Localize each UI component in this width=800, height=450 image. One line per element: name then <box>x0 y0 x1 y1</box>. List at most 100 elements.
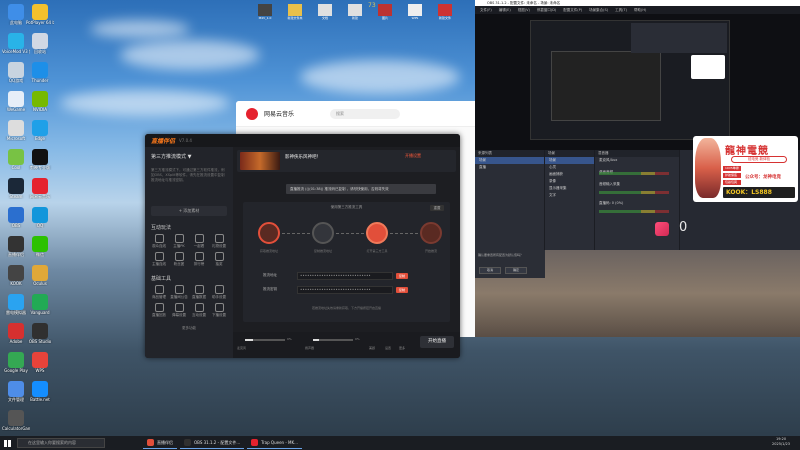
desktop-icon[interactable]: 网易云音乐 <box>26 178 54 199</box>
source-item[interactable]: 显示器采集 <box>545 185 594 192</box>
desktop-icon[interactable]: Battle.net <box>26 381 54 402</box>
desktop-icon[interactable]: WPS <box>26 352 54 373</box>
more-button[interactable]: 更多 <box>399 346 405 350</box>
tool-item[interactable]: 直播间公告 <box>169 285 189 300</box>
desktop-shortcut-icon[interactable] <box>408 4 422 16</box>
desktop-icon[interactable]: Oculus <box>26 265 54 286</box>
tool-item[interactable]: 抽奖 <box>209 252 229 267</box>
obs-preview[interactable] <box>475 14 800 150</box>
copy-key-button[interactable]: 复制 <box>396 287 408 293</box>
tool-item[interactable]: 互动设置 <box>189 303 209 318</box>
app-icon <box>8 381 24 397</box>
ad-brand-name: 龍神電競 <box>725 146 769 157</box>
tool-item[interactable]: 商品管理 <box>149 285 169 300</box>
source-item[interactable]: 场景 <box>545 157 594 164</box>
desktop-icon[interactable]: CalculatorGame <box>2 410 30 431</box>
mode-selector[interactable]: 第三方推流模式 ▼ <box>151 153 233 160</box>
desktop-icon[interactable]: QQ <box>26 207 54 228</box>
desktop-shortcut-label: 文档 <box>321 16 328 20</box>
taskbar-app-button[interactable]: Trap Queen - MK... <box>247 437 302 449</box>
source-item[interactable]: 录像 <box>545 178 594 185</box>
settings-button[interactable]: 设置 <box>385 346 391 350</box>
start-button[interactable] <box>0 436 14 450</box>
obs-titlebar: OBS 31.1.2 - 配置文件: 未命名 - 场景: 未命名 <box>475 0 800 6</box>
desktop-icon[interactable]: PotPlayer 64 bit <box>26 4 54 25</box>
obs-menu-item[interactable]: 视图(V) <box>518 6 530 14</box>
obs-menu-item[interactable]: 场景集合(S) <box>589 6 608 14</box>
taskbar-search-input[interactable]: 在这里输入你要搜索的内容 <box>17 438 105 448</box>
desktop-shortcut-icon[interactable] <box>258 4 272 16</box>
more-tools-link[interactable]: 更多功能 <box>145 326 233 331</box>
obs-menu-item[interactable]: 编辑(E) <box>499 6 511 14</box>
scene-item[interactable]: 直播 <box>475 164 544 171</box>
pulse-app-icon[interactable] <box>655 222 669 236</box>
desktop-shortcut-icon[interactable] <box>318 4 332 16</box>
source-item[interactable]: 心灵 <box>545 164 594 171</box>
dialog-cancel-button[interactable]: 取消 <box>479 267 501 274</box>
tool-item[interactable]: 弹幕设置 <box>169 303 189 318</box>
speaker-slider-fill <box>313 339 319 341</box>
step-label: 复制推流地址 <box>313 249 332 253</box>
tool-item[interactable]: 礼物设置 <box>209 234 229 249</box>
tool-icon <box>174 303 184 312</box>
scene-item[interactable]: 场景 <box>475 157 544 164</box>
desktop-shortcut-icon[interactable] <box>378 4 392 16</box>
system-clock[interactable]: 19:20 2025/1/23 <box>772 437 790 447</box>
desktop-icon[interactable]: 回收站 <box>26 33 54 54</box>
tool-item[interactable]: 主播连线 <box>149 252 169 267</box>
source-item[interactable]: 文字 <box>545 192 594 199</box>
tool-item[interactable]: 直播数据 <box>189 285 209 300</box>
desktop-shortcut-icon[interactable] <box>438 4 452 16</box>
taskbar: 在这里输入你要搜索的内容 直播伴侣 OBS 31.1.2 - 配置文件... Tra… <box>0 436 800 450</box>
source-item[interactable]: 画面捕获 <box>545 171 594 178</box>
obs-menu-item[interactable]: 停靠窗口(D) <box>537 6 556 14</box>
tool-item[interactable]: 排行榜 <box>189 252 209 267</box>
desktop-icon[interactable]: Thunder <box>26 62 54 83</box>
speaker-slider[interactable] <box>313 339 353 341</box>
add-material-button[interactable]: + 添加素材 <box>151 206 227 216</box>
music-search-input[interactable]: 搜索 <box>330 108 401 119</box>
stream-title[interactable]: 影神侠乐风神吧！ <box>285 154 321 160</box>
step-1 <box>258 222 280 244</box>
taskbar-app-button[interactable]: OBS 31.1.2 - 配置文件... <box>180 437 245 449</box>
app-icon <box>32 294 48 310</box>
desktop-icon[interactable]: Edge <box>26 120 54 141</box>
desktop-icon[interactable]: 微信 <box>26 236 54 257</box>
dialog-ok-button[interactable]: 确定 <box>505 267 527 274</box>
reset-button[interactable]: 重置 <box>430 205 444 211</box>
copy-url-button[interactable]: 复制 <box>396 273 408 279</box>
desktop-top-strip: M4V_1.0 新建文件夹 文档 新建 图片 WPS 新建文件 <box>250 0 475 24</box>
stream-cover[interactable] <box>240 152 280 170</box>
step-connector <box>390 233 418 234</box>
tool-item[interactable]: 一起看 <box>189 234 209 249</box>
obs-menu-item[interactable]: 帮助(H) <box>634 6 646 14</box>
tool-item[interactable]: 直播回放 <box>149 303 169 318</box>
tool-label: 粉丝团 <box>173 262 185 266</box>
live-companion-window[interactable]: 直播伴侣 V7.0.4 第三方推流模式 ▼ 第三方推流模式下，可通过第三方软件推… <box>145 134 460 358</box>
desktop-icon[interactable]: 剪映专业版 <box>26 149 54 170</box>
push-key-input[interactable]: •••••••••••••••••••••••••••••• <box>297 286 393 294</box>
ad-wechat: 公众号：龙神电竞 <box>745 175 781 180</box>
obs-menu-item[interactable]: 文件(F) <box>480 6 492 14</box>
desktop-shortcut-icon[interactable] <box>288 4 302 16</box>
obs-menu-item[interactable]: 配置文件(P) <box>563 6 582 14</box>
tool-grid: 观众连线 主播PK 一起看 礼物设置主播连线 粉丝团 排行榜 抽奖 <box>145 234 233 267</box>
desktop-icon[interactable]: OBS Studio <box>26 323 54 344</box>
desktop-icon[interactable]: NVIDIA <box>26 91 54 112</box>
desktop-shortcut-icon[interactable] <box>348 4 362 16</box>
tool-item[interactable]: 粉丝团 <box>169 252 189 267</box>
start-live-button[interactable]: 开始直播 <box>420 336 454 348</box>
beauty-button[interactable]: 美颜 <box>369 346 375 350</box>
preview-nested-screen <box>530 20 730 140</box>
tool-item[interactable]: 下播设置 <box>209 303 229 318</box>
taskbar-app-button[interactable]: 直播伴侣 <box>143 437 177 449</box>
desktop-icon[interactable]: Vanguard <box>26 294 54 315</box>
tool-item[interactable]: 观众连线 <box>149 234 169 249</box>
live-settings-button[interactable]: 开播设置 <box>405 153 455 163</box>
desktop-icon-label: Edge <box>34 136 46 141</box>
push-url-input[interactable]: •••••••••••••••••••••••••••••• <box>297 272 393 280</box>
desktop-icon-label: QQ <box>36 223 44 228</box>
tool-item[interactable]: 主播PK <box>169 234 189 249</box>
tool-item[interactable]: 助手设置 <box>209 285 229 300</box>
obs-menu-item[interactable]: 工具(T) <box>615 6 627 14</box>
